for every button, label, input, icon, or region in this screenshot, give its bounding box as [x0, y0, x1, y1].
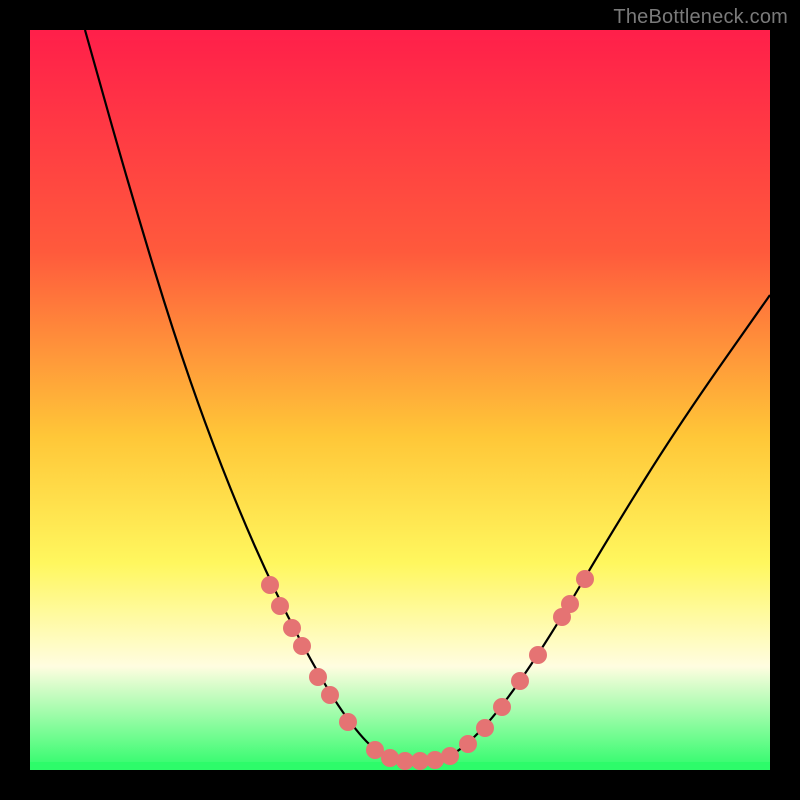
data-dot	[261, 576, 279, 594]
data-dot	[441, 747, 459, 765]
data-dot	[283, 619, 301, 637]
data-dot	[493, 698, 511, 716]
bottleneck-curve	[85, 30, 770, 761]
gradient-plot-area	[30, 30, 770, 770]
data-dot	[476, 719, 494, 737]
bottleneck-curve-svg	[30, 30, 770, 770]
data-dot	[293, 637, 311, 655]
chart-frame: TheBottleneck.com	[0, 0, 800, 800]
watermark-text: TheBottleneck.com	[613, 6, 788, 29]
data-dot	[271, 597, 289, 615]
data-dot	[576, 570, 594, 588]
data-dots-group	[261, 570, 594, 770]
data-dot	[381, 749, 399, 767]
data-dot	[309, 668, 327, 686]
data-dot	[321, 686, 339, 704]
data-dot	[511, 672, 529, 690]
data-dot	[561, 595, 579, 613]
data-dot	[529, 646, 547, 664]
data-dot	[459, 735, 477, 753]
data-dot	[339, 713, 357, 731]
